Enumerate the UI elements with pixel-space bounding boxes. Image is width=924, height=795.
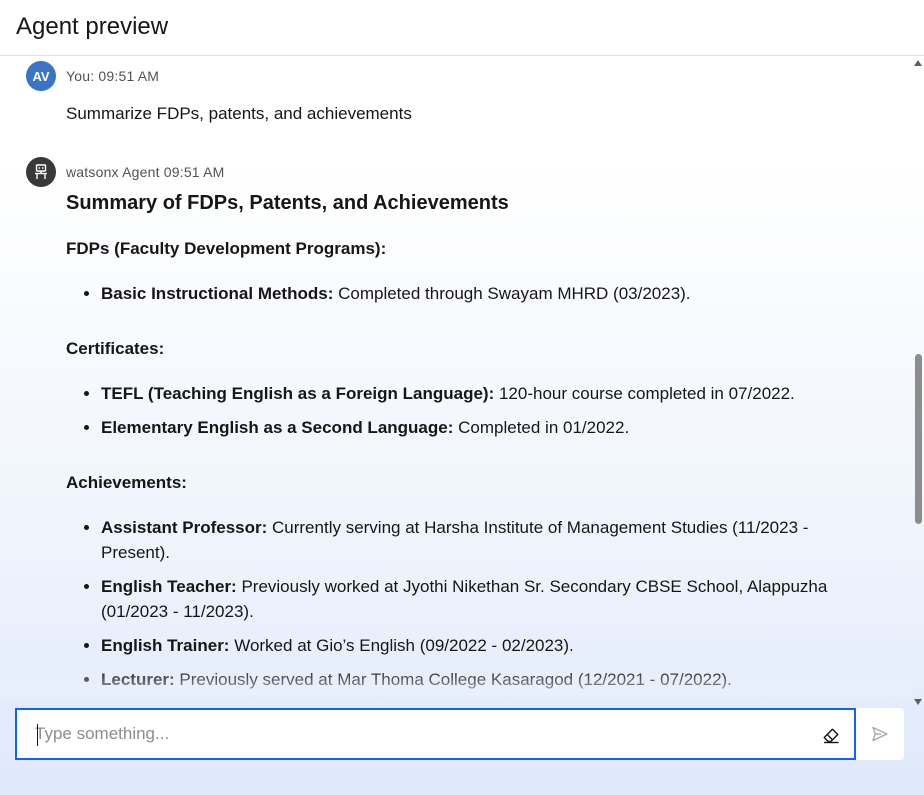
user-message: AV You: 09:51 AM Summarize FDPs, patents…: [26, 61, 866, 141]
agent-message-body: Summary of FDPs, Patents, and Achievemen…: [66, 189, 856, 697]
agent-message: watsonx Agent 09:51 AM Summary of FDPs, …: [26, 157, 866, 697]
page-title: Agent preview: [16, 13, 169, 40]
section-title-fdps: FDPs (Faculty Development Programs):: [66, 239, 387, 258]
message-input[interactable]: [35, 722, 795, 746]
robot-icon: [35, 164, 47, 179]
preview-header: Agent preview: [0, 0, 924, 56]
user-message-meta: You: 09:51 AM: [66, 68, 160, 84]
list-item: Assistant Professor: Currently serving a…: [101, 515, 856, 565]
chat-transcript[interactable]: AV You: 09:51 AM Summarize FDPs, patents…: [0, 57, 912, 697]
section-title-certificates: Certificates:: [66, 339, 165, 358]
user-avatar: AV: [26, 61, 56, 91]
scroll-down-arrow-icon[interactable]: [914, 699, 922, 705]
scrollbar-thumb[interactable]: [915, 354, 922, 524]
list-item: English Trainer: Worked at Gio’s English…: [101, 633, 856, 658]
text-caret: [37, 724, 38, 746]
send-button[interactable]: [856, 708, 904, 760]
send-icon: [872, 726, 888, 742]
agent-avatar: [26, 157, 56, 187]
eraser-icon: [823, 728, 839, 744]
clear-input-button[interactable]: [819, 723, 843, 747]
list-item: English Teacher: Previously worked at Jy…: [101, 574, 856, 624]
section-title-achievements: Achievements:: [66, 473, 187, 492]
achievements-list: Assistant Professor: Currently serving a…: [66, 515, 856, 692]
list-item: Elementary English as a Second Language:…: [101, 415, 856, 440]
certificates-list: TEFL (Teaching English as a Foreign Lang…: [66, 381, 856, 440]
list-item: Basic Instructional Methods: Completed t…: [101, 281, 856, 306]
transcript-scrollbar[interactable]: [912, 57, 924, 707]
scroll-up-arrow-icon[interactable]: [914, 60, 922, 66]
message-composer[interactable]: [15, 708, 856, 760]
list-item: TEFL (Teaching English as a Foreign Lang…: [101, 381, 856, 406]
summary-heading: Summary of FDPs, Patents, and Achievemen…: [66, 192, 509, 214]
fdps-list: Basic Instructional Methods: Completed t…: [66, 281, 856, 306]
agent-message-meta: watsonx Agent 09:51 AM: [66, 164, 225, 180]
user-message-text: Summarize FDPs, patents, and achievement…: [66, 104, 412, 123]
list-item: Lecturer: Previously served at Mar Thoma…: [101, 667, 856, 692]
